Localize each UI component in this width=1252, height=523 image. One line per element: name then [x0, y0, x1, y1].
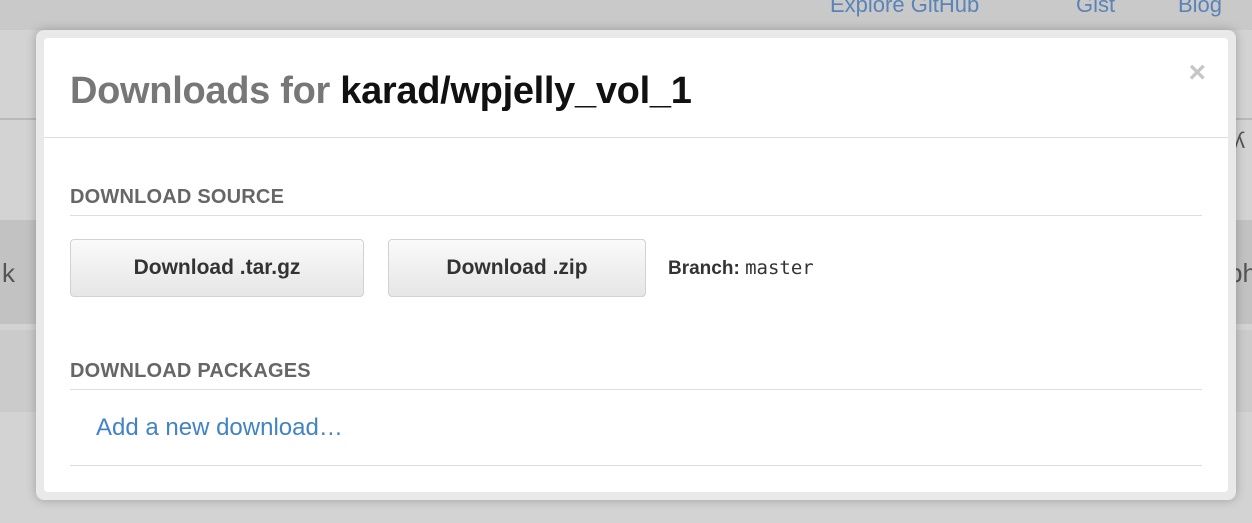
modal-title: Downloads for karad/wpjelly_vol_1 — [70, 68, 692, 114]
nav-link-gist: Gist — [1076, 0, 1116, 17]
add-new-download-link[interactable]: Add a new download… — [96, 413, 343, 443]
background-header: Explore GitHub Gist Blog — [0, 0, 1252, 30]
nav-link-blog: Blog — [1178, 0, 1223, 17]
background-edge-text-left: k — [2, 258, 15, 288]
modal-body: Downloads for karad/wpjelly_vol_1 × DOWN… — [44, 38, 1228, 492]
branch-value: master — [745, 257, 814, 279]
nav-link-explore: Explore GitHub — [830, 0, 980, 17]
downloads-modal: Downloads for karad/wpjelly_vol_1 × DOWN… — [36, 30, 1236, 500]
download-source-heading: DOWNLOAD SOURCE — [70, 186, 1202, 216]
branch-indicator: Branch: master — [668, 256, 814, 281]
download-tar-gz-button[interactable]: Download .tar.gz — [70, 239, 364, 297]
modal-title-repo: karad/wpjelly_vol_1 — [340, 70, 692, 112]
download-zip-button[interactable]: Download .zip — [388, 239, 646, 297]
branch-label: Branch: — [668, 258, 740, 279]
download-packages-heading: DOWNLOAD PACKAGES — [70, 360, 1202, 390]
modal-header: Downloads for karad/wpjelly_vol_1 × — [44, 38, 1228, 138]
section-divider — [70, 465, 1202, 466]
close-icon[interactable]: × — [1188, 58, 1206, 88]
modal-title-prefix: Downloads for — [70, 70, 341, 112]
